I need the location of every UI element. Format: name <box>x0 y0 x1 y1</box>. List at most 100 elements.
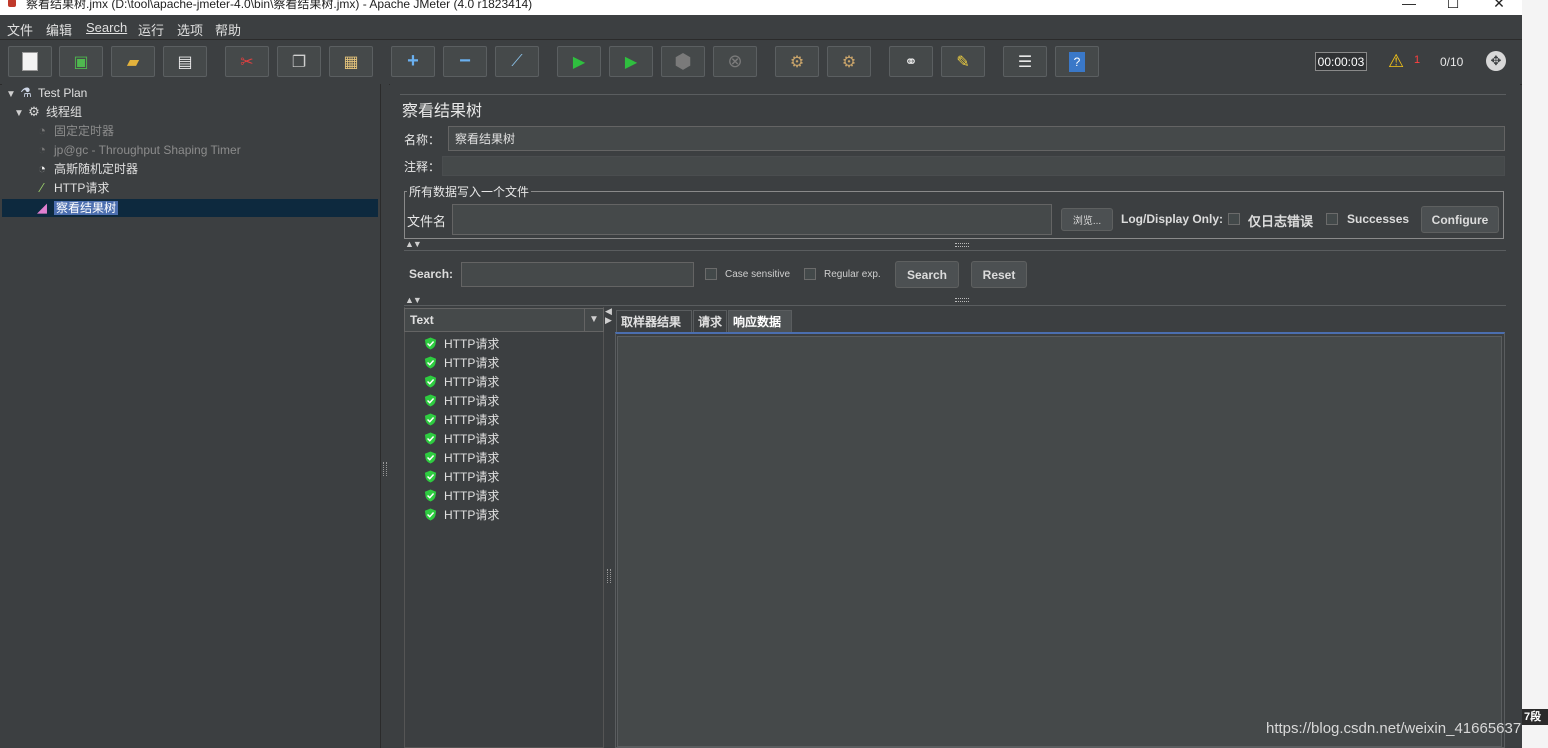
warning-icon[interactable]: ⚠ <box>1388 52 1404 70</box>
success-shield-icon <box>424 337 437 350</box>
sample-result-item[interactable]: HTTP请求 <box>424 449 499 468</box>
overlay-corner-text: 7段 <box>1522 709 1548 725</box>
shutdown-icon: ⊗ <box>727 51 743 71</box>
remote-icon[interactable]: ✥ <box>1486 51 1506 71</box>
configure-button[interactable]: Configure <box>1421 206 1499 233</box>
copy-button[interactable]: ❐ <box>277 46 321 77</box>
sample-result-item[interactable]: HTTP请求 <box>424 506 499 525</box>
collapse-panel-icon[interactable]: ▲▼ <box>405 239 422 249</box>
filename-label: 文件名 <box>407 214 447 229</box>
menu-search[interactable]: Search <box>86 20 127 35</box>
save-button[interactable]: ▤ <box>163 46 207 77</box>
search-button[interactable]: ⚭ <box>889 46 933 77</box>
search-input[interactable] <box>461 262 694 287</box>
templates-icon: ▣ <box>73 53 89 71</box>
menu-run[interactable]: 运行 <box>138 20 164 39</box>
splitter-grip-icon[interactable] <box>607 569 611 583</box>
errors-only-label: 仅日志错误 <box>1248 214 1314 229</box>
clear-button[interactable]: ⚙ <box>775 46 819 77</box>
sample-label: HTTP请求 <box>444 489 500 503</box>
chevron-down-icon[interactable]: ▼ <box>584 309 603 331</box>
comment-input[interactable] <box>442 156 1505 176</box>
successes-label: Successes <box>1347 212 1410 226</box>
tab-response-data[interactable]: 响应数据 <box>728 310 792 332</box>
tree-node-test-plan[interactable]: ▼ ⚗ Test Plan <box>6 84 87 102</box>
listener-panel: 察看结果树 名称： 察看结果树 注释： 所有数据写入一个文件 文件名 浏览...… <box>390 84 1520 748</box>
renderer-value: Text <box>410 313 434 327</box>
main-splitter[interactable] <box>381 84 389 748</box>
menu-file[interactable]: 文件 <box>7 20 33 39</box>
menu-edit[interactable]: 编辑 <box>46 20 72 39</box>
app-icon <box>8 0 16 7</box>
collapse-button[interactable]: − <box>443 46 487 77</box>
regex-checkbox[interactable] <box>804 268 816 280</box>
success-shield-icon <box>424 375 437 388</box>
templates-button[interactable]: ▣ <box>59 46 103 77</box>
tree-node-thread-group[interactable]: ▼ ⚙ 线程组 <box>14 103 82 121</box>
sample-result-item[interactable]: HTTP请求 <box>424 392 499 411</box>
success-shield-icon <box>424 470 437 483</box>
expand-button[interactable]: + <box>391 46 435 77</box>
tree-node-view-results-tree[interactable]: ◢ 察看结果树 <box>34 199 119 217</box>
minimize-icon[interactable]: — <box>1386 0 1432 15</box>
toggle-button[interactable]: ⟋ <box>495 46 539 77</box>
tab-sampler-result[interactable]: 取样器结果 <box>616 310 692 332</box>
expand-arrow-icon[interactable]: ▼ <box>14 105 26 123</box>
tree-node-constant-timer[interactable]: ◔ 固定定时器 <box>34 122 114 140</box>
search-icon: ⚭ <box>904 53 918 71</box>
success-shield-icon <box>424 356 437 369</box>
divider-grip-icon[interactable] <box>955 298 969 302</box>
tree-node-http-request[interactable]: ⁄ HTTP请求 <box>34 179 109 197</box>
menu-help[interactable]: 帮助 <box>215 20 241 39</box>
start-button[interactable]: ▶ <box>557 46 601 77</box>
sample-result-item[interactable]: HTTP请求 <box>424 335 499 354</box>
window-title: 察看结果树.jmx (D:\tool\apache-jmeter-4.0\bin… <box>26 0 533 11</box>
expand-arrow-icon[interactable]: ▼ <box>6 86 18 104</box>
start-no-pause-button[interactable]: ▶ <box>609 46 653 77</box>
active-threads: 0/10 <box>1440 55 1464 69</box>
paste-button[interactable]: ▦ <box>329 46 373 77</box>
elapsed-time: 00:00:03 <box>1315 52 1367 71</box>
help-button[interactable]: ? <box>1055 46 1099 77</box>
reset-search-button[interactable]: ✎ <box>941 46 985 77</box>
open-button[interactable]: ▰ <box>111 46 155 77</box>
sample-result-item[interactable]: HTTP请求 <box>424 411 499 430</box>
successes-checkbox[interactable] <box>1326 213 1338 225</box>
collapse-panel-icon[interactable]: ▲▼ <box>405 295 422 305</box>
browse-button[interactable]: 浏览... <box>1061 208 1113 231</box>
divider-grip-icon[interactable] <box>955 243 969 247</box>
search-submit-button[interactable]: Search <box>895 261 959 288</box>
results-splitter[interactable]: ◀ ▶ <box>605 307 613 748</box>
function-helper-button[interactable]: ☰ <box>1003 46 1047 77</box>
sample-result-item[interactable]: HTTP请求 <box>424 487 499 506</box>
collapse-left-icon[interactable]: ◀ ▶ <box>605 307 612 325</box>
jmeter-window: 察看结果树.jmx (D:\tool\apache-jmeter-4.0\bin… <box>0 0 1522 748</box>
success-shield-icon <box>424 451 437 464</box>
splitter-grip-icon[interactable] <box>383 462 387 476</box>
case-sensitive-checkbox[interactable] <box>705 268 717 280</box>
reset-button[interactable]: Reset <box>971 261 1027 288</box>
errors-only-checkbox[interactable] <box>1228 213 1240 225</box>
name-input[interactable]: 察看结果树 <box>448 126 1505 151</box>
collapse-icon: − <box>459 50 471 72</box>
save-icon: ▤ <box>177 53 193 71</box>
error-count[interactable]: 1 <box>1414 54 1420 66</box>
response-text-area[interactable] <box>617 336 1502 747</box>
maximize-icon[interactable]: ☐ <box>1430 0 1476 15</box>
cut-button[interactable]: ✂ <box>225 46 269 77</box>
sample-result-item[interactable]: HTTP请求 <box>424 354 499 373</box>
sample-result-item[interactable]: HTTP请求 <box>424 430 499 449</box>
tab-request[interactable]: 请求 <box>693 310 727 332</box>
renderer-select[interactable]: Text ▼ <box>404 308 604 332</box>
sample-result-item[interactable]: HTTP请求 <box>424 468 499 487</box>
shutdown-button[interactable]: ⊗ <box>713 46 757 77</box>
new-button[interactable] <box>8 46 52 77</box>
menu-options[interactable]: 选项 <box>177 20 203 39</box>
sample-result-item[interactable]: HTTP请求 <box>424 373 499 392</box>
stop-button[interactable]: ⬢ <box>661 46 705 77</box>
filename-input[interactable] <box>452 204 1052 235</box>
tree-node-throughput-shaping-timer[interactable]: ◔ jp@gc - Throughput Shaping Timer <box>34 141 241 159</box>
tree-node-gaussian-timer[interactable]: ◔ 高斯随机定时器 <box>34 160 138 178</box>
close-icon[interactable]: ✕ <box>1476 0 1522 15</box>
clear-all-button[interactable]: ⚙ <box>827 46 871 77</box>
